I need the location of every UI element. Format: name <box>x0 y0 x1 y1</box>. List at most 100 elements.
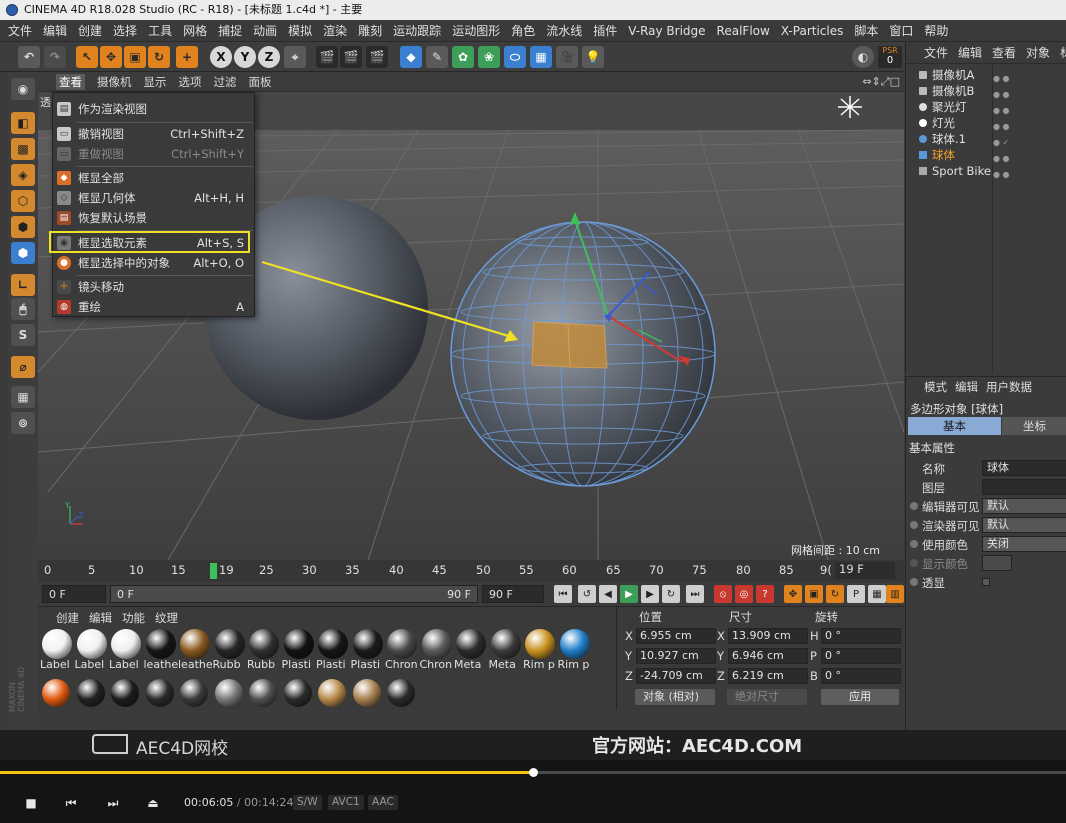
eject-icon[interactable]: ⏏ <box>146 796 160 810</box>
position-x-field[interactable]: 6.955 cm <box>636 628 716 644</box>
material-swatch[interactable]: Rim p <box>523 629 557 671</box>
menu-mograph[interactable]: 运动图形 <box>452 22 500 39</box>
locked-workplane-icon[interactable]: ⊚ <box>11 412 35 434</box>
material-swatch[interactable] <box>385 679 419 717</box>
menu-item-undo-view[interactable]: ▭ 撤销视图 Ctrl+Shift+Z <box>53 124 254 144</box>
object-menu-file[interactable]: 文件 <box>924 44 948 61</box>
menu-item-restore-default-scene[interactable]: ▤ 恢复默认场景 <box>53 208 254 228</box>
model-mode-icon[interactable]: ◧ <box>11 112 35 134</box>
object-row[interactable]: 摄像机B ● ● <box>906 83 1066 99</box>
object-row[interactable]: Sport Bike ● ● <box>906 163 1066 179</box>
material-swatch[interactable] <box>247 679 281 717</box>
menu-item-camera-move[interactable]: ✛ 镜头移动 <box>53 277 254 297</box>
material-swatch[interactable] <box>351 679 385 717</box>
scale-key-icon[interactable]: ▣ <box>805 585 823 603</box>
play-icon[interactable]: ▶ <box>620 585 638 603</box>
material-menu-edit[interactable]: 编辑 <box>89 610 112 626</box>
sphere-selected-object[interactable] <box>450 221 716 487</box>
rotate-tool-icon[interactable]: ↻ <box>148 46 170 68</box>
animate-radio-icon[interactable] <box>910 559 918 567</box>
viewport-nav-icons[interactable]: ⇔⇕⤢□ <box>862 75 900 89</box>
material-swatch[interactable]: Meta <box>454 629 488 671</box>
display-color-swatch[interactable] <box>982 555 1012 571</box>
viewport-menu-options[interactable]: 选项 <box>179 74 202 90</box>
menu-animate[interactable]: 动画 <box>253 22 277 39</box>
menu-create[interactable]: 创建 <box>78 22 102 39</box>
pla-key-icon[interactable]: ▦ <box>868 585 886 603</box>
material-swatch[interactable]: leathe <box>144 629 178 671</box>
menu-item-as-render-view[interactable]: ▤ 作为渲染视图 <box>53 99 254 119</box>
render-settings-icon[interactable]: 🎬 <box>366 46 388 68</box>
use-color-dropdown[interactable]: 关闭 <box>982 536 1066 552</box>
animate-radio-icon[interactable] <box>910 578 918 586</box>
menu-xparticles[interactable]: X-Particles <box>781 24 844 38</box>
menu-plugins[interactable]: 插件 <box>593 22 617 39</box>
menu-item-redraw[interactable]: ◍ 重绘 A <box>53 297 254 317</box>
rotation-h-field[interactable]: 0 ° <box>821 628 901 644</box>
selected-polygon[interactable] <box>531 321 571 368</box>
apply-button[interactable]: 应用 <box>821 689 899 705</box>
object-row-selected[interactable]: 球体 ● ● <box>906 147 1066 163</box>
material-swatch[interactable] <box>316 679 350 717</box>
size-mode-dropdown[interactable]: 绝对尺寸 <box>727 689 807 705</box>
menu-select[interactable]: 选择 <box>113 22 137 39</box>
go-to-end-icon[interactable]: ⏭ <box>686 585 704 603</box>
object-row[interactable]: 灯光 ● ● <box>906 115 1066 131</box>
menu-script[interactable]: 脚本 <box>854 22 878 39</box>
keyframe-selection-icon[interactable]: ? <box>756 585 774 603</box>
x-axis-lock-button[interactable]: X <box>210 46 232 68</box>
redo-icon[interactable]: ↷ <box>44 46 66 68</box>
coordinate-system-icon[interactable]: ⌖ <box>284 46 306 68</box>
menu-help[interactable]: 帮助 <box>924 22 948 39</box>
object-row[interactable]: 聚光灯 ● ● <box>906 99 1066 115</box>
next-icon[interactable]: ⏭ <box>106 796 120 810</box>
animate-radio-icon[interactable] <box>910 502 918 510</box>
material-menu-create[interactable]: 创建 <box>56 610 79 626</box>
size-x-field[interactable]: 13.909 cm <box>728 628 808 644</box>
previous-icon[interactable]: ⏮ <box>64 796 78 810</box>
menu-window[interactable]: 窗口 <box>889 22 913 39</box>
next-key-icon[interactable]: ↻ <box>662 585 680 603</box>
record-active-objects-icon[interactable]: ⦸ <box>714 585 732 603</box>
timeline-ruler[interactable]: 0 5 10 15 19 25 30 35 40 45 50 55 60 65 … <box>38 560 904 582</box>
material-swatch[interactable]: Rubb <box>247 629 281 671</box>
parameter-key-icon[interactable]: P <box>847 585 865 603</box>
menu-item-redo-view[interactable]: ▭ 重做视图 Ctrl+Shift+Y <box>53 144 254 164</box>
current-frame-field[interactable]: 19 F <box>835 562 895 579</box>
render-to-picture-viewer-icon[interactable]: 🎬 <box>340 46 362 68</box>
material-swatch[interactable] <box>144 679 178 717</box>
render-mode-icon[interactable]: ◐ <box>852 46 874 68</box>
material-swatch[interactable]: Rim p <box>558 629 592 671</box>
object-menu-tags[interactable]: 标 <box>1060 44 1066 61</box>
tab-basic[interactable]: 基本 <box>908 417 1001 435</box>
material-swatch[interactable]: Label <box>40 629 74 671</box>
material-menu-texture[interactable]: 纹理 <box>155 610 178 626</box>
position-key-icon[interactable]: ✥ <box>784 585 802 603</box>
rotation-p-field[interactable]: 0 ° <box>821 648 901 664</box>
animate-radio-icon[interactable] <box>910 540 918 548</box>
undo-icon[interactable]: ↶ <box>18 46 40 68</box>
material-swatch[interactable]: Plasti <box>351 629 385 671</box>
position-y-field[interactable]: 10.927 cm <box>636 648 716 664</box>
material-swatch[interactable]: Rubb <box>213 629 247 671</box>
material-swatch[interactable]: Plasti <box>282 629 316 671</box>
menu-item-frame-geometry[interactable]: ◇ 框显几何体 Alt+H, H <box>53 188 254 208</box>
xray-checkbox[interactable] <box>982 578 990 586</box>
object-row[interactable]: 摄像机A ● ● <box>906 67 1066 83</box>
tweak-mode-icon[interactable]: 🖱 <box>11 298 35 320</box>
rotation-key-icon[interactable]: ↻ <box>826 585 844 603</box>
end-frame-field[interactable]: 90 F <box>482 585 544 603</box>
polygons-mode-icon[interactable]: ⬢ <box>11 242 35 264</box>
timeline-window-icon[interactable]: ▥ <box>886 585 904 603</box>
scale-tool-icon[interactable]: ▣ <box>124 46 146 68</box>
material-swatch[interactable] <box>178 679 212 717</box>
menu-vray-bridge[interactable]: V-Ray Bridge <box>628 24 705 38</box>
snap-icon[interactable]: S <box>11 324 35 346</box>
axis-mode-icon[interactable]: ∟ <box>11 274 35 296</box>
material-swatch[interactable] <box>213 679 247 717</box>
material-swatch[interactable] <box>282 679 316 717</box>
object-menu-view[interactable]: 查看 <box>992 44 1016 61</box>
deformer-icon[interactable]: ⬭ <box>504 46 526 68</box>
material-swatch[interactable] <box>40 679 74 717</box>
floor-icon[interactable]: ▦ <box>530 46 552 68</box>
